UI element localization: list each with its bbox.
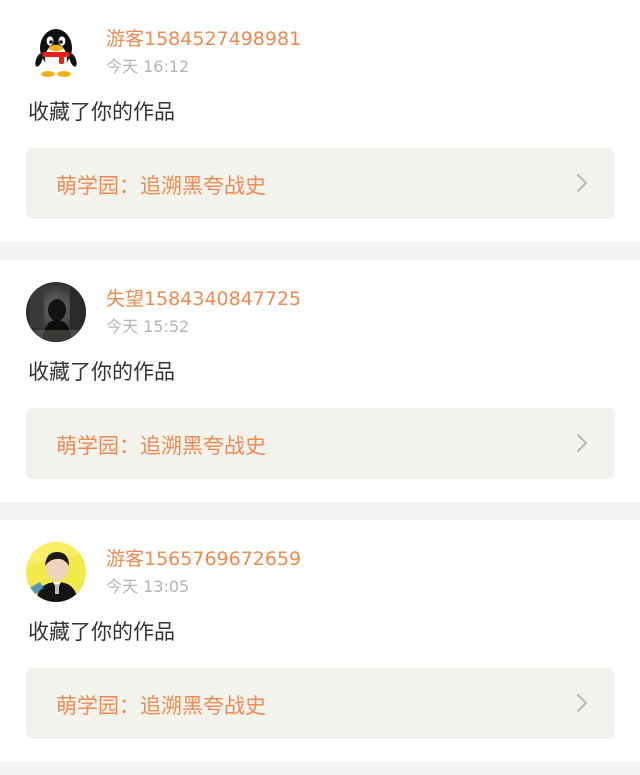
chevron-right-icon xyxy=(575,692,589,714)
work-link-card[interactable]: 萌学园：追溯黑夸战史 xyxy=(26,668,615,739)
chevron-right-icon xyxy=(575,432,589,454)
username[interactable]: 失望1584340847725 xyxy=(106,284,301,311)
user-photo-icon xyxy=(26,282,86,342)
username[interactable]: 游客1584527498981 xyxy=(106,24,301,51)
username[interactable]: 游客1565769672659 xyxy=(106,544,301,571)
user-photo-icon xyxy=(26,542,86,602)
work-link-card[interactable]: 萌学园：追溯黑夸战史 xyxy=(26,408,615,479)
work-title: 萌学园：追溯黑夸战史 xyxy=(56,694,266,718)
person-photo-avatar[interactable] xyxy=(26,542,86,602)
work-title: 萌学园：追溯黑夸战史 xyxy=(56,174,266,198)
timestamp: 今天 15:52 xyxy=(106,317,190,336)
chevron-right-icon xyxy=(575,172,589,194)
notification-feed: 游客1584527498981 今天 16:12 收藏了你的作品 萌学园：追溯黑… xyxy=(0,0,640,762)
work-title: 萌学园：追溯黑夸战史 xyxy=(56,434,266,458)
timestamp: 今天 16:12 xyxy=(106,57,190,76)
action-text: 收藏了你的作品 xyxy=(28,360,175,384)
action-text: 收藏了你的作品 xyxy=(28,100,175,124)
work-link-card[interactable]: 萌学园：追溯黑夸战史 xyxy=(26,148,615,219)
notification-card: 失望1584340847725 今天 15:52 收藏了你的作品 萌学园：追溯黑… xyxy=(0,260,640,502)
action-text: 收藏了你的作品 xyxy=(28,620,175,644)
timestamp: 今天 13:05 xyxy=(106,577,190,596)
notification-card: 游客1565769672659 今天 13:05 收藏了你的作品 萌学园：追溯黑… xyxy=(0,520,640,762)
notification-card: 游客1584527498981 今天 16:12 收藏了你的作品 萌学园：追溯黑… xyxy=(0,0,640,242)
penguin-icon xyxy=(26,22,86,82)
dark-photo-avatar[interactable] xyxy=(26,282,86,342)
qq-penguin-avatar[interactable] xyxy=(26,22,86,82)
